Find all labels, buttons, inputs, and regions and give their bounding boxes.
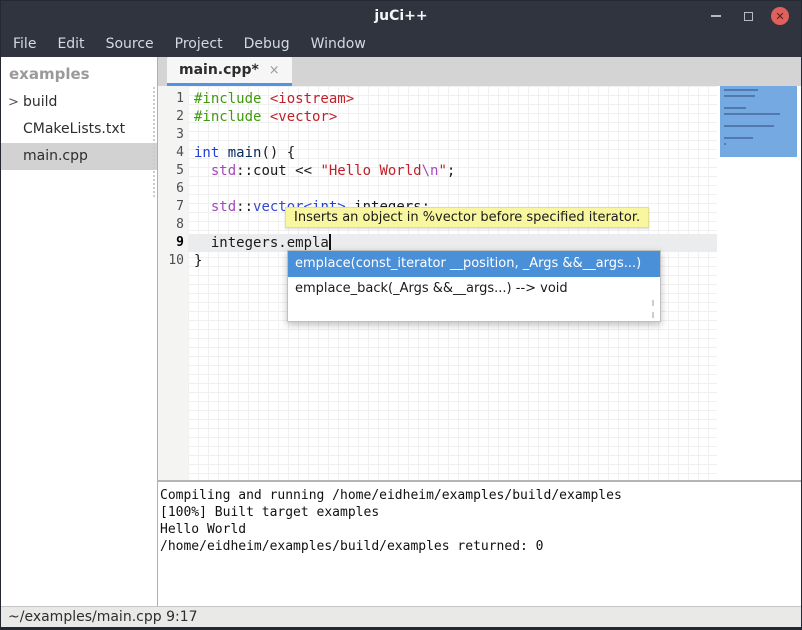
- minimap-line: [724, 95, 755, 97]
- tree-item-label: CMakeLists.txt: [23, 121, 125, 137]
- minimap-line: [724, 137, 753, 139]
- code-line[interactable]: [194, 180, 717, 198]
- code-token: [219, 145, 227, 161]
- chevron-right-icon[interactable]: >: [8, 89, 19, 116]
- tab-close-icon[interactable]: ×: [269, 64, 280, 77]
- close-button[interactable]: ✕: [771, 7, 789, 25]
- menu-item-source[interactable]: Source: [104, 31, 156, 57]
- sidebar-scrollbar[interactable]: [153, 87, 155, 197]
- code-line[interactable]: int main() {: [194, 144, 717, 162]
- statusbar-file-position: ~/examples/main.cpp 9:17: [8, 609, 198, 625]
- file-tree-sidebar: examples > build CMakeLists.txt main.cpp: [1, 57, 158, 606]
- code-token: main: [228, 145, 262, 161]
- tree-item-cmakelists[interactable]: CMakeLists.txt: [1, 116, 157, 143]
- menu-item-debug[interactable]: Debug: [242, 31, 292, 57]
- menu-item-project[interactable]: Project: [173, 31, 225, 57]
- line-number: 2: [158, 108, 188, 126]
- doc-tooltip: Inserts an object in %vector before spec…: [285, 207, 649, 228]
- code-token: <iostream>: [270, 91, 354, 107]
- code-line[interactable]: #include <vector>: [194, 108, 717, 126]
- code-token: integers.empla: [194, 235, 329, 251]
- code-token: }: [194, 253, 202, 269]
- minimize-icon: [711, 15, 721, 17]
- minimap-line: [724, 125, 774, 127]
- line-number: 3: [158, 126, 188, 144]
- code-token: <vector>: [270, 109, 337, 125]
- output-line: Hello World: [160, 521, 801, 538]
- project-folder-header: examples: [1, 57, 157, 89]
- tree-item-label: build: [23, 94, 57, 110]
- editor-column: main.cpp* × 12345678910 #include <iostre…: [158, 57, 801, 606]
- main-area: examples > build CMakeLists.txt main.cpp…: [1, 57, 801, 606]
- line-number: 5: [158, 162, 188, 180]
- tree-item-build[interactable]: > build: [1, 89, 157, 116]
- minimize-button[interactable]: [707, 7, 725, 25]
- output-line: [100%] Built target examples: [160, 504, 801, 521]
- code-token: std: [211, 163, 236, 179]
- menu-item-file[interactable]: File: [11, 31, 38, 57]
- text-cursor: [329, 234, 331, 250]
- code-token: int: [194, 145, 219, 161]
- code-line[interactable]: #include <iostream>: [194, 90, 717, 108]
- minimap-line: [724, 143, 726, 145]
- line-number-gutter: 12345678910: [158, 86, 188, 480]
- app-window: juCi++ ✕ File Edit Source Project Debug …: [0, 0, 802, 630]
- restore-icon: [744, 12, 753, 21]
- tab-bar: main.cpp* ×: [158, 57, 801, 86]
- tree-item-label: main.cpp: [23, 148, 88, 164]
- line-number: 8: [158, 216, 188, 234]
- code-token: \n: [422, 163, 439, 179]
- window-controls: ✕: [707, 7, 801, 25]
- code-token: [194, 163, 211, 179]
- code-token: ::: [236, 199, 253, 215]
- completion-scrollbar[interactable]: [652, 300, 654, 318]
- tree-item-maincpp[interactable]: main.cpp: [1, 143, 157, 170]
- code-token: std: [211, 199, 236, 215]
- code-line[interactable]: [194, 126, 717, 144]
- code-token: "Hello World: [320, 163, 421, 179]
- minimap-slider[interactable]: [720, 86, 797, 157]
- menu-item-window[interactable]: Window: [309, 31, 368, 57]
- close-icon: ✕: [771, 7, 789, 25]
- minimap-line: [724, 89, 758, 91]
- code-line[interactable]: std::cout << "Hello World\n";: [194, 162, 717, 180]
- line-number: 4: [158, 144, 188, 162]
- line-number: 10: [158, 252, 188, 270]
- code-token: #include: [194, 91, 270, 107]
- code-token: #include: [194, 109, 270, 125]
- code-token: () {: [261, 145, 295, 161]
- output-line: /home/eidheim/examples/build/examples re…: [160, 538, 801, 555]
- completion-popup: emplace(const_iterator __position, _Args…: [287, 250, 661, 322]
- line-number: 9: [158, 234, 188, 252]
- restore-button[interactable]: [739, 7, 757, 25]
- completion-item-emplace[interactable]: emplace(const_iterator __position, _Args…: [288, 251, 660, 277]
- titlebar[interactable]: juCi++ ✕: [1, 1, 801, 31]
- tab-label: main.cpp*: [179, 62, 259, 78]
- output-line: Compiling and running /home/eidheim/exam…: [160, 487, 801, 504]
- window-title: juCi++: [1, 8, 801, 24]
- code-token: ;: [447, 163, 455, 179]
- line-number: 6: [158, 180, 188, 198]
- code-token: ::cout <<: [236, 163, 320, 179]
- tab-maincpp[interactable]: main.cpp* ×: [167, 57, 292, 86]
- line-number: 7: [158, 198, 188, 216]
- code-editor[interactable]: 12345678910 #include <iostream>#include …: [158, 86, 801, 480]
- build-output-panel[interactable]: Compiling and running /home/eidheim/exam…: [158, 480, 801, 606]
- minimap-line: [724, 113, 780, 115]
- code-lines: #include <iostream>#include <vector> int …: [194, 90, 717, 270]
- statusbar: ~/examples/main.cpp 9:17: [1, 606, 801, 627]
- completion-item-emplace-back[interactable]: emplace_back(_Args &&__args...) --> void: [288, 277, 660, 301]
- code-token: [194, 199, 211, 215]
- minimap-line: [724, 107, 746, 109]
- code-token: ": [438, 163, 446, 179]
- line-number: 1: [158, 90, 188, 108]
- menu-item-edit[interactable]: Edit: [55, 31, 86, 57]
- menubar: File Edit Source Project Debug Window: [1, 31, 801, 57]
